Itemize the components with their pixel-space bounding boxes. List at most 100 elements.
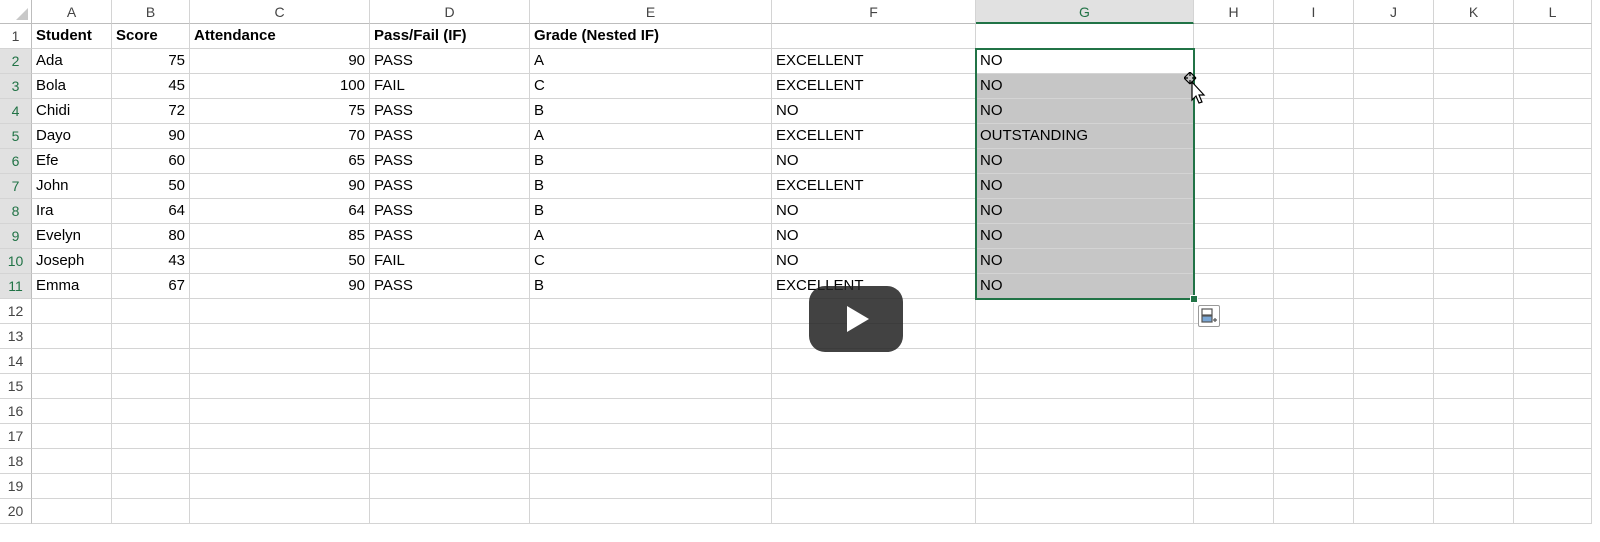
cell-e1[interactable]: Grade (Nested IF) bbox=[530, 24, 772, 49]
cell-f4[interactable]: NO bbox=[772, 99, 976, 124]
cell-j10[interactable] bbox=[1354, 249, 1434, 274]
row-header-12[interactable]: 12 bbox=[0, 299, 32, 324]
cell-f17[interactable] bbox=[772, 424, 976, 449]
cell-a18[interactable] bbox=[32, 449, 112, 474]
cell-l11[interactable] bbox=[1514, 274, 1592, 299]
cell-d3[interactable]: FAIL bbox=[370, 74, 530, 99]
cell-a5[interactable]: Dayo bbox=[32, 124, 112, 149]
cell-k11[interactable] bbox=[1434, 274, 1514, 299]
cell-i9[interactable] bbox=[1274, 224, 1354, 249]
cell-f20[interactable] bbox=[772, 499, 976, 524]
cell-i5[interactable] bbox=[1274, 124, 1354, 149]
cell-f15[interactable] bbox=[772, 374, 976, 399]
cell-g10[interactable]: NO bbox=[976, 249, 1194, 274]
cell-b19[interactable] bbox=[112, 474, 190, 499]
cell-j9[interactable] bbox=[1354, 224, 1434, 249]
cell-c13[interactable] bbox=[190, 324, 370, 349]
column-header-f[interactable]: F bbox=[772, 0, 976, 24]
row-header-11[interactable]: 11 bbox=[0, 274, 32, 299]
row-header-15[interactable]: 15 bbox=[0, 374, 32, 399]
cell-j12[interactable] bbox=[1354, 299, 1434, 324]
cell-e5[interactable]: A bbox=[530, 124, 772, 149]
cell-c19[interactable] bbox=[190, 474, 370, 499]
cell-a20[interactable] bbox=[32, 499, 112, 524]
cell-g20[interactable] bbox=[976, 499, 1194, 524]
cell-c15[interactable] bbox=[190, 374, 370, 399]
cell-f5[interactable]: EXCELLENT bbox=[772, 124, 976, 149]
cell-e3[interactable]: C bbox=[530, 74, 772, 99]
cell-a4[interactable]: Chidi bbox=[32, 99, 112, 124]
row-header-16[interactable]: 16 bbox=[0, 399, 32, 424]
row-header-7[interactable]: 7 bbox=[0, 174, 32, 199]
cell-e11[interactable]: B bbox=[530, 274, 772, 299]
cell-i18[interactable] bbox=[1274, 449, 1354, 474]
cell-k7[interactable] bbox=[1434, 174, 1514, 199]
cell-e14[interactable] bbox=[530, 349, 772, 374]
cell-c16[interactable] bbox=[190, 399, 370, 424]
cell-b8[interactable]: 64 bbox=[112, 199, 190, 224]
cell-f1[interactable] bbox=[772, 24, 976, 49]
cell-b3[interactable]: 45 bbox=[112, 74, 190, 99]
select-all-corner[interactable] bbox=[0, 0, 32, 24]
cell-i13[interactable] bbox=[1274, 324, 1354, 349]
cell-l1[interactable] bbox=[1514, 24, 1592, 49]
row-header-3[interactable]: 3 bbox=[0, 74, 32, 99]
cell-g4[interactable]: NO bbox=[976, 99, 1194, 124]
cell-h16[interactable] bbox=[1194, 399, 1274, 424]
cell-e2[interactable]: A bbox=[530, 49, 772, 74]
cell-c17[interactable] bbox=[190, 424, 370, 449]
cell-j19[interactable] bbox=[1354, 474, 1434, 499]
cell-g17[interactable] bbox=[976, 424, 1194, 449]
cell-b13[interactable] bbox=[112, 324, 190, 349]
cell-c18[interactable] bbox=[190, 449, 370, 474]
cell-k8[interactable] bbox=[1434, 199, 1514, 224]
cell-j1[interactable] bbox=[1354, 24, 1434, 49]
cell-k5[interactable] bbox=[1434, 124, 1514, 149]
cell-e4[interactable]: B bbox=[530, 99, 772, 124]
cell-l10[interactable] bbox=[1514, 249, 1592, 274]
cell-a17[interactable] bbox=[32, 424, 112, 449]
cell-e16[interactable] bbox=[530, 399, 772, 424]
cell-f2[interactable]: EXCELLENT bbox=[772, 49, 976, 74]
cell-i12[interactable] bbox=[1274, 299, 1354, 324]
cell-d5[interactable]: PASS bbox=[370, 124, 530, 149]
spreadsheet-grid[interactable]: A B C D E F G H I J K L 1 2 3 4 5 6 7 8 9 10 11 12 13 14 15 16 17 18 1… bbox=[0, 0, 1600, 542]
row-header-17[interactable]: 17 bbox=[0, 424, 32, 449]
cell-l5[interactable] bbox=[1514, 124, 1592, 149]
video-play-button[interactable] bbox=[809, 286, 903, 352]
cell-g7[interactable]: NO bbox=[976, 174, 1194, 199]
row-header-8[interactable]: 8 bbox=[0, 199, 32, 224]
cell-e19[interactable] bbox=[530, 474, 772, 499]
cell-a12[interactable] bbox=[32, 299, 112, 324]
cell-d18[interactable] bbox=[370, 449, 530, 474]
cell-k3[interactable] bbox=[1434, 74, 1514, 99]
cell-a2[interactable]: Ada bbox=[32, 49, 112, 74]
cell-b10[interactable]: 43 bbox=[112, 249, 190, 274]
cell-a3[interactable]: Bola bbox=[32, 74, 112, 99]
row-header-10[interactable]: 10 bbox=[0, 249, 32, 274]
cell-c14[interactable] bbox=[190, 349, 370, 374]
cell-l16[interactable] bbox=[1514, 399, 1592, 424]
cell-j7[interactable] bbox=[1354, 174, 1434, 199]
cell-l8[interactable] bbox=[1514, 199, 1592, 224]
cell-e9[interactable]: A bbox=[530, 224, 772, 249]
column-header-a[interactable]: A bbox=[32, 0, 112, 24]
cell-e10[interactable]: C bbox=[530, 249, 772, 274]
cell-g14[interactable] bbox=[976, 349, 1194, 374]
cell-b4[interactable]: 72 bbox=[112, 99, 190, 124]
cell-j17[interactable] bbox=[1354, 424, 1434, 449]
cell-j16[interactable] bbox=[1354, 399, 1434, 424]
cell-a15[interactable] bbox=[32, 374, 112, 399]
cell-b7[interactable]: 50 bbox=[112, 174, 190, 199]
cell-g15[interactable] bbox=[976, 374, 1194, 399]
cell-b15[interactable] bbox=[112, 374, 190, 399]
cell-d2[interactable]: PASS bbox=[370, 49, 530, 74]
column-header-i[interactable]: I bbox=[1274, 0, 1354, 24]
cell-k14[interactable] bbox=[1434, 349, 1514, 374]
cell-l18[interactable] bbox=[1514, 449, 1592, 474]
row-header-13[interactable]: 13 bbox=[0, 324, 32, 349]
cell-j8[interactable] bbox=[1354, 199, 1434, 224]
cell-b18[interactable] bbox=[112, 449, 190, 474]
row-header-4[interactable]: 4 bbox=[0, 99, 32, 124]
cell-i20[interactable] bbox=[1274, 499, 1354, 524]
